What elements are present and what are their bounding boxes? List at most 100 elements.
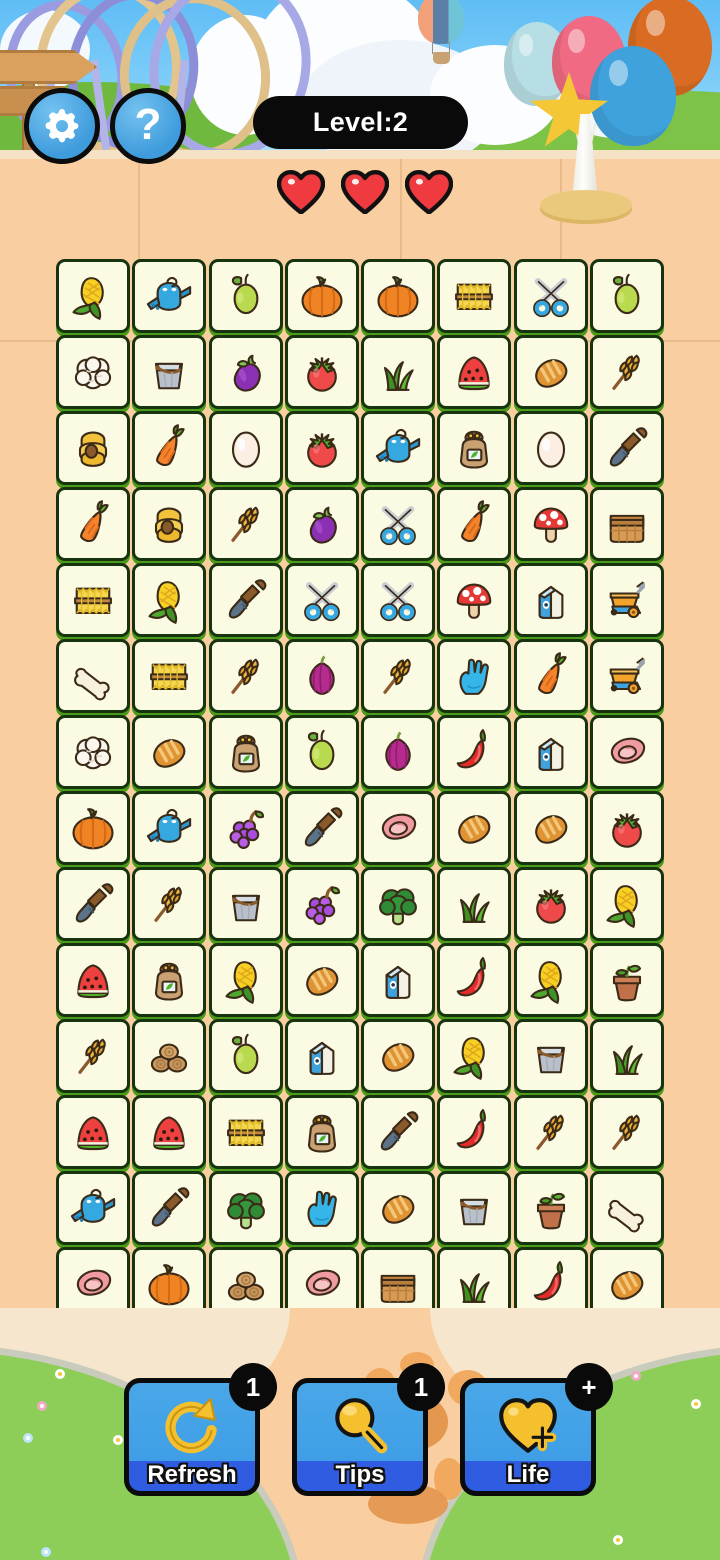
tile-seed-bag[interactable] <box>208 715 283 789</box>
life-badge[interactable]: + <box>565 1363 613 1411</box>
tile-bread[interactable] <box>284 943 359 1017</box>
tile-corn[interactable] <box>437 1019 512 1093</box>
tile-watering-can[interactable] <box>361 411 435 485</box>
tile-grass[interactable] <box>589 1019 664 1093</box>
tile-bread[interactable] <box>132 715 207 789</box>
tile-tomato[interactable] <box>284 411 359 485</box>
tile-pear[interactable] <box>589 259 664 333</box>
tile-broccoli[interactable] <box>361 867 435 941</box>
tile-shovel[interactable] <box>56 867 130 941</box>
tile-carrot[interactable] <box>56 487 130 561</box>
tile-pumpkin[interactable] <box>284 259 359 333</box>
tile-pumpkin[interactable] <box>361 259 435 333</box>
tile-bone[interactable] <box>589 1171 664 1245</box>
tile-milk-carton[interactable] <box>361 943 435 1017</box>
tile-broccoli[interactable] <box>208 1171 283 1245</box>
tile-shovel[interactable] <box>284 791 359 865</box>
tile-hay-bale[interactable] <box>132 639 207 713</box>
tile-bucket[interactable] <box>208 867 283 941</box>
tile-logs[interactable] <box>132 1019 207 1093</box>
tile-steak[interactable] <box>361 791 435 865</box>
tile-pear[interactable] <box>208 259 283 333</box>
tile-watermelon[interactable] <box>132 1095 207 1169</box>
tile-wheelbarrow[interactable] <box>589 639 664 713</box>
tile-shovel[interactable] <box>589 411 664 485</box>
refresh-badge[interactable]: 1 <box>229 1363 277 1411</box>
tile-cauliflower[interactable] <box>56 715 130 789</box>
refresh-button[interactable]: Refresh 1 <box>124 1363 277 1496</box>
tile-wheat[interactable] <box>513 1095 588 1169</box>
tile-grid[interactable] <box>55 258 665 1322</box>
tile-pear[interactable] <box>284 715 359 789</box>
tile-milk-carton[interactable] <box>513 715 588 789</box>
tile-tomato[interactable] <box>513 867 588 941</box>
tile-cauliflower[interactable] <box>56 335 130 409</box>
tile-bread[interactable] <box>437 791 512 865</box>
tile-eggplant[interactable] <box>284 487 359 561</box>
tile-mushroom[interactable] <box>513 487 588 561</box>
tile-mushroom[interactable] <box>437 563 512 637</box>
tile-seed-bag[interactable] <box>437 411 512 485</box>
tile-bread[interactable] <box>513 791 588 865</box>
tile-wheat[interactable] <box>208 487 283 561</box>
tile-bucket[interactable] <box>132 335 207 409</box>
tile-chili[interactable] <box>437 1095 512 1169</box>
tile-hay-bale[interactable] <box>208 1095 283 1169</box>
tile-wheat[interactable] <box>208 639 283 713</box>
tile-tomato[interactable] <box>589 791 664 865</box>
tile-watermelon[interactable] <box>56 1095 130 1169</box>
tile-bread[interactable] <box>361 1171 435 1245</box>
tile-grapes[interactable] <box>208 791 283 865</box>
tile-scissors[interactable] <box>513 259 588 333</box>
tile-bone[interactable] <box>56 639 130 713</box>
tile-potted-plant[interactable] <box>589 943 664 1017</box>
tile-basket[interactable] <box>589 487 664 561</box>
tile-eggplant[interactable] <box>208 335 283 409</box>
tile-onion[interactable] <box>361 715 435 789</box>
tile-bucket[interactable] <box>437 1171 512 1245</box>
tile-hay-bale[interactable] <box>56 563 130 637</box>
tile-wheat[interactable] <box>589 335 664 409</box>
tile-shovel[interactable] <box>132 1171 207 1245</box>
tile-seed-bag[interactable] <box>132 943 207 1017</box>
tile-pear[interactable] <box>208 1019 283 1093</box>
tile-watering-can[interactable] <box>56 1171 130 1245</box>
tile-bucket[interactable] <box>513 1019 588 1093</box>
tile-bread[interactable] <box>361 1019 435 1093</box>
tile-corn[interactable] <box>513 943 588 1017</box>
tile-milk-carton[interactable] <box>513 563 588 637</box>
tile-bread[interactable] <box>513 335 588 409</box>
tile-wheelbarrow[interactable] <box>589 563 664 637</box>
tile-beehive[interactable] <box>56 411 130 485</box>
tile-wheat[interactable] <box>132 867 207 941</box>
tile-chili[interactable] <box>437 715 512 789</box>
tips-button[interactable]: Tips 1 <box>292 1363 445 1496</box>
tile-watermelon[interactable] <box>56 943 130 1017</box>
tile-scissors[interactable] <box>361 563 435 637</box>
tile-pumpkin[interactable] <box>56 791 130 865</box>
tips-badge[interactable]: 1 <box>397 1363 445 1411</box>
tile-corn[interactable] <box>208 943 283 1017</box>
tile-beehive[interactable] <box>132 487 207 561</box>
settings-button[interactable] <box>24 88 100 164</box>
tile-potted-plant[interactable] <box>513 1171 588 1245</box>
tile-wheat[interactable] <box>361 639 435 713</box>
tile-grass[interactable] <box>437 867 512 941</box>
tile-chili[interactable] <box>437 943 512 1017</box>
tile-wheat[interactable] <box>56 1019 130 1093</box>
life-button[interactable]: Life + <box>460 1363 613 1496</box>
tile-watermelon[interactable] <box>437 335 512 409</box>
tile-grass[interactable] <box>361 335 435 409</box>
tile-onion[interactable] <box>284 639 359 713</box>
tile-watering-can[interactable] <box>132 259 207 333</box>
tile-carrot[interactable] <box>132 411 207 485</box>
tile-steak[interactable] <box>589 715 664 789</box>
tile-carrot[interactable] <box>513 639 588 713</box>
help-button[interactable]: ? <box>110 88 186 164</box>
tile-scissors[interactable] <box>284 563 359 637</box>
tile-corn[interactable] <box>589 867 664 941</box>
tile-carrot[interactable] <box>437 487 512 561</box>
tile-egg[interactable] <box>208 411 283 485</box>
tile-glove[interactable] <box>437 639 512 713</box>
tile-shovel[interactable] <box>208 563 283 637</box>
